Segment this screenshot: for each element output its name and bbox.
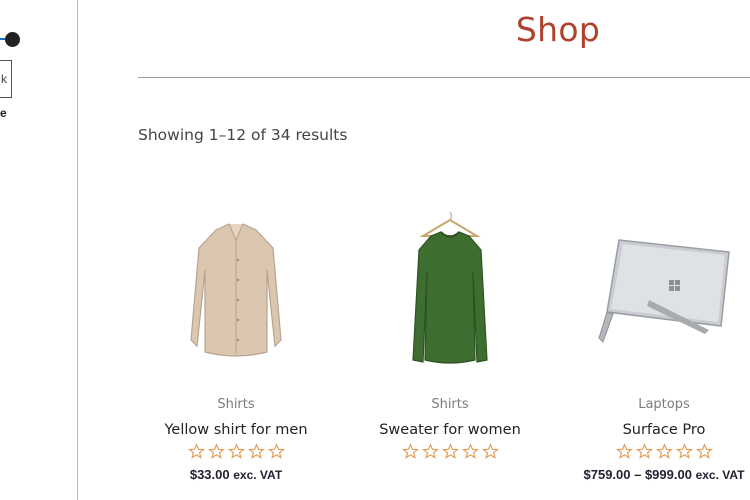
star-outline-icon	[247, 443, 265, 459]
laptop-image[interactable]	[566, 190, 750, 390]
price-filter-label: ice	[0, 106, 7, 120]
product-price: $759.00 – $999.00 exc. VAT	[566, 467, 750, 482]
price-slider-handle[interactable]	[5, 32, 20, 47]
title-divider	[138, 77, 750, 78]
star-outline-icon	[421, 443, 439, 459]
star-outline-icon	[187, 443, 205, 459]
product-grid: Shirts Yellow shirt for men $33.00 exc. …	[138, 190, 750, 500]
page-title: Shop	[515, 10, 601, 49]
result-count: Showing 1–12 of 34 results	[138, 126, 348, 144]
star-outline-icon	[267, 443, 285, 459]
price-amount: $759.00 – $999.00	[583, 467, 692, 482]
star-outline-icon	[461, 443, 479, 459]
sweater-image[interactable]	[352, 190, 548, 390]
product-price: $33.00 exc. VAT	[138, 467, 334, 482]
star-outline-icon	[441, 443, 459, 459]
product-card[interactable]: Shirts Yellow shirt for men $33.00 exc. …	[138, 190, 334, 482]
rating-stars	[352, 443, 548, 460]
main-content: Shop Showing 1–12 of 34 results Shirts Y…	[79, 0, 750, 500]
product-category[interactable]: Shirts	[138, 397, 334, 412]
rating-stars	[138, 443, 334, 460]
product-name[interactable]: Surface Pro	[566, 422, 750, 438]
product-category[interactable]: Laptops	[566, 397, 750, 412]
product-category[interactable]: Shirts	[352, 397, 548, 412]
star-outline-icon	[635, 443, 653, 459]
filter-button[interactable]: k	[0, 60, 12, 98]
tax-suffix: exc. VAT	[695, 468, 745, 482]
sidebar: k ice	[0, 0, 78, 500]
star-outline-icon	[655, 443, 673, 459]
product-name[interactable]: Sweater for women	[352, 422, 548, 438]
tax-suffix: exc. VAT	[233, 468, 283, 482]
price-amount: $33.00	[189, 467, 230, 482]
star-outline-icon	[695, 443, 713, 459]
star-outline-icon	[615, 443, 633, 459]
star-outline-icon	[481, 443, 499, 459]
shirt-image[interactable]	[138, 190, 334, 390]
star-outline-icon	[675, 443, 693, 459]
rating-stars	[566, 443, 750, 460]
product-card[interactable]: Laptops Surface Pro $759.00 – $999.00 ex…	[566, 190, 750, 482]
product-name[interactable]: Yellow shirt for men	[138, 422, 334, 438]
star-outline-icon	[227, 443, 245, 459]
star-outline-icon	[207, 443, 225, 459]
star-outline-icon	[401, 443, 419, 459]
product-card[interactable]: Shirts Sweater for women	[352, 190, 548, 467]
